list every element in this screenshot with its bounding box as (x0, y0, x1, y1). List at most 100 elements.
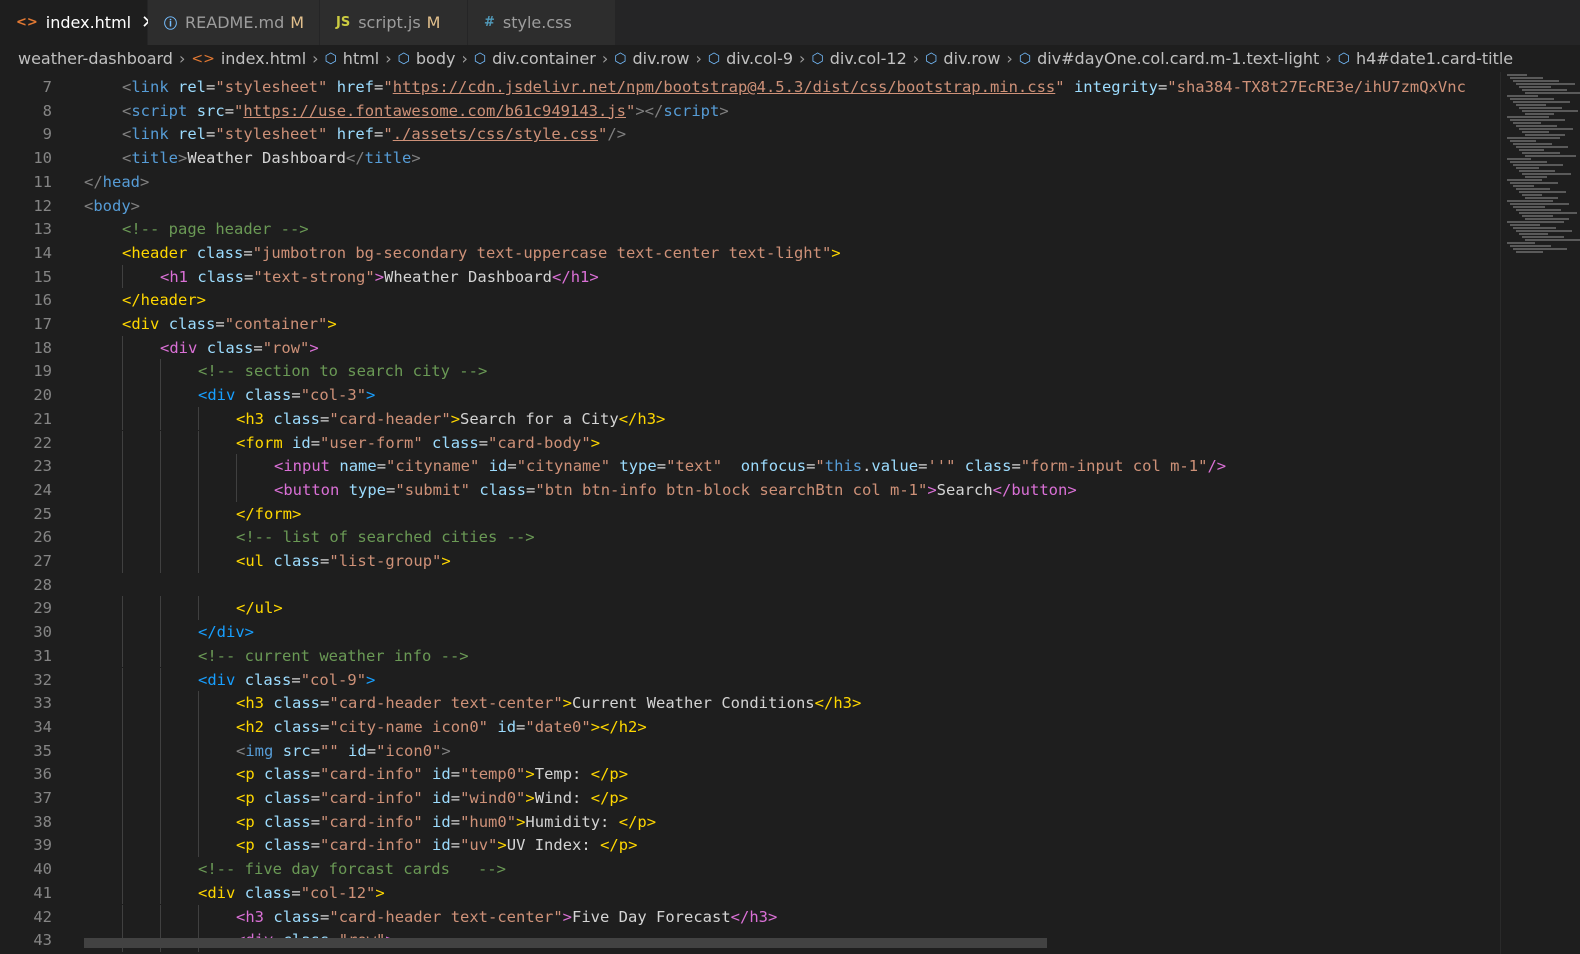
breadcrumb-item[interactable]: ⬡ div.col-12 (811, 49, 906, 68)
code-text: </ul> (236, 596, 283, 620)
code-line[interactable]: 16 </header> (0, 288, 1500, 312)
code-text: <!-- five day forcast cards --> (198, 857, 506, 881)
code-line[interactable]: 22 <form id="user-form" class="card-body"… (0, 431, 1500, 455)
code-line[interactable]: 15 <h1 class="text-strong">Wheather Dashb… (0, 265, 1500, 289)
code-line[interactable]: 36 <p class="card-info" id="temp0">Temp: … (0, 762, 1500, 786)
code-token: class (196, 243, 244, 262)
code-line[interactable]: 8 <script src="https://use.fontawesome.co… (0, 99, 1500, 123)
code-token: < (122, 149, 132, 168)
code-token: class (264, 765, 311, 784)
breadcrumb-item[interactable]: ⬡ div.container (474, 49, 596, 68)
code-line[interactable]: 19 <!-- section to search city --> (0, 359, 1500, 383)
breadcrumb-item[interactable]: <> index.html (191, 49, 306, 68)
code-token: <!-- page header --> (122, 220, 309, 239)
minimap-line (1516, 230, 1572, 232)
code-line[interactable]: 7 <link rel="stylesheet" href="https://cd… (0, 75, 1500, 99)
code-line[interactable]: 34 <h2 class="city-name icon0" id="date0"… (0, 715, 1500, 739)
breadcrumb-item[interactable]: weather-dashboard (18, 49, 173, 68)
code-token: img (245, 741, 274, 760)
minimap-line (1507, 95, 1538, 97)
code-line[interactable]: 24 <button type="submit" class="btn btn-i… (0, 478, 1500, 502)
chevron-right-icon: › (178, 49, 186, 68)
code-line[interactable]: 12 <body> (0, 194, 1500, 218)
breadcrumb-item[interactable]: ⬡ div#dayOne.col.card.m-1.text-light (1019, 49, 1320, 68)
code-token: = (478, 433, 489, 452)
code-token: > (441, 741, 451, 760)
code-token: </ (590, 765, 610, 784)
breadcrumb-item[interactable]: ⬡ body (398, 49, 456, 68)
code-line[interactable]: 21 <h3 class="card-header">Search for a C… (0, 407, 1500, 431)
code-line[interactable]: 17 <div class="container"> (0, 312, 1500, 336)
code-token: > (927, 480, 937, 499)
code-line[interactable]: 27 <ul class="list-group"> (0, 549, 1500, 573)
indent-guide (198, 406, 199, 431)
code-line[interactable]: 37 <p class="card-info" id="wind0">Wind: … (0, 786, 1500, 810)
code-line[interactable]: 28 (0, 573, 1500, 597)
code-token: h1 (570, 267, 590, 286)
code-token: < (236, 812, 246, 831)
code-line[interactable]: 31 <!-- current weather info --> (0, 644, 1500, 668)
code-line[interactable]: 26 <!-- list of searched cities --> (0, 525, 1500, 549)
breadcrumb-item[interactable]: ⬡ div.row (925, 49, 1000, 68)
code-line[interactable]: 11 </head> (0, 170, 1500, 194)
breadcrumb-item[interactable]: ⬡ html (325, 49, 380, 68)
code-line[interactable]: 13 <!-- page header --> (0, 217, 1500, 241)
code-line[interactable]: 39 <p class="card-info" id="uv">UV Index:… (0, 833, 1500, 857)
horizontal-scrollbar[interactable] (84, 938, 1047, 948)
line-number: 32 (33, 670, 52, 689)
indent-guide (122, 335, 123, 360)
code-line[interactable]: 10 <title>Weather Dashboard</title> (0, 146, 1500, 170)
breadcrumb-item[interactable]: ⬡ div.col-9 (708, 49, 793, 68)
code-token: script (663, 101, 720, 120)
code-line[interactable]: 40 <!-- five day forcast cards --> (0, 857, 1500, 881)
code-token: > (441, 552, 451, 570)
chevron-right-icon: › (695, 49, 702, 68)
code-token: = (206, 125, 216, 144)
tab-readme-md[interactable]: ⓘ README.md M (148, 0, 320, 45)
minimap[interactable] (1500, 72, 1580, 954)
code-line[interactable]: 23 <input name="cityname" id="cityname" t… (0, 454, 1500, 478)
line-number: 23 (33, 457, 52, 476)
minimap-line (1519, 233, 1548, 235)
code-token: > (366, 386, 376, 405)
tab-index-html[interactable]: <>index.html✕ (0, 0, 156, 45)
code-line[interactable]: 32 <div class="col-9"> (0, 668, 1500, 692)
code-token: < (122, 78, 132, 96)
tab-script-js[interactable]: JS script.js M (320, 0, 468, 45)
code-line[interactable]: 25 </form> (0, 502, 1500, 526)
code-token: </ (814, 694, 834, 713)
element-cube-icon: ⬡ (1018, 50, 1032, 67)
code-line[interactable]: 9 <link rel="stylesheet" href="./assets/c… (0, 122, 1500, 146)
indent-guide (198, 477, 199, 502)
tab-style-css[interactable]: # style.css (468, 0, 616, 45)
code-line[interactable]: 41 <div class="col-12"> (0, 881, 1500, 905)
code-token: <!-- list of searched cities --> (236, 528, 535, 547)
code-editor[interactable]: 7 <link rel="stylesheet" href="https://cd… (0, 72, 1500, 954)
code-line[interactable]: 33 <h3 class="card-header text-center">Cu… (0, 691, 1500, 715)
code-line[interactable]: 42 <h3 class="card-header text-center">Fi… (0, 905, 1500, 929)
code-line[interactable]: 30 </div> (0, 620, 1500, 644)
code-token: href (336, 78, 375, 96)
code-line[interactable]: 18 <div class="row"> (0, 336, 1500, 360)
breadcrumb-item[interactable]: ⬡ h4#date1.card-title (1338, 49, 1513, 68)
code-line[interactable]: 38 <p class="card-info" id="hum0">Humidit… (0, 810, 1500, 834)
breadcrumb-label: div.row (943, 49, 1001, 68)
code-token: < (236, 409, 246, 428)
indent-guide (160, 904, 161, 929)
code-token: button (1011, 480, 1068, 499)
code-token: < (198, 386, 208, 405)
code-token: p (245, 836, 255, 855)
breadcrumb-item[interactable]: ⬡ div.row (614, 49, 689, 68)
code-line[interactable]: 35 <img src="" id="icon0"> (0, 739, 1500, 763)
code-token: div (207, 670, 236, 689)
code-line[interactable]: 20 <div class="col-3"> (0, 383, 1500, 407)
code-line[interactable]: 29 </ul> (0, 596, 1500, 620)
code-line[interactable]: 14 <header class="jumbotron bg-secondary … (0, 241, 1500, 265)
